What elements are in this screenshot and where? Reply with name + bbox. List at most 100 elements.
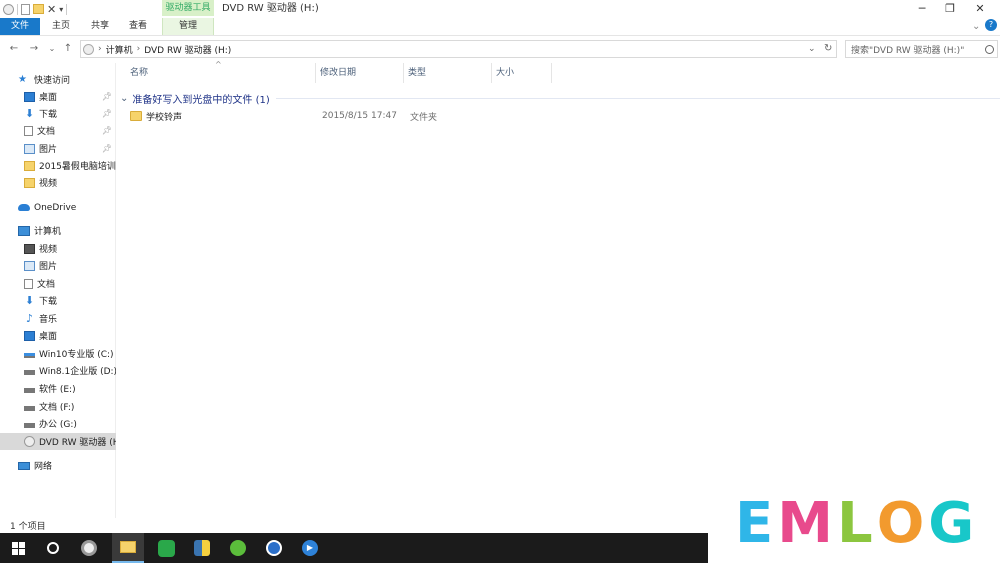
pin-icon: 📌︎ bbox=[101, 109, 112, 118]
column-size[interactable]: 大小 bbox=[492, 63, 552, 83]
search-icon bbox=[985, 44, 994, 54]
tab-share[interactable]: 共享 bbox=[82, 18, 118, 35]
file-modified: 2015/8/15 17:47 bbox=[322, 111, 397, 121]
nav-quick-videos[interactable]: 视频 bbox=[0, 174, 116, 191]
group-header[interactable]: ⌄ 准备好写入到光盘中的文件 (1) bbox=[120, 90, 1000, 106]
star-icon: ★ bbox=[18, 73, 27, 85]
minimize-button[interactable]: ─ bbox=[907, 0, 937, 17]
pictures-icon bbox=[24, 143, 35, 154]
file-row[interactable]: 学校铃声 2015/8/15 17:47 文件夹 bbox=[126, 108, 466, 124]
search-input[interactable]: 搜索"DVD RW 驱动器 (H:)" bbox=[851, 43, 964, 56]
divider bbox=[17, 3, 18, 15]
nav-computer-downloads[interactable]: ⬇ 下载 bbox=[0, 292, 116, 309]
nav-computer-desktop[interactable]: 桌面 bbox=[0, 327, 116, 344]
breadcrumb-separator: › bbox=[136, 44, 141, 54]
address-bar[interactable]: › 计算机 › DVD RW 驱动器 (H:) bbox=[80, 40, 837, 58]
nav-quick-downloads[interactable]: ⬇ 下载 📌︎ bbox=[0, 105, 116, 122]
nav-drive-c[interactable]: Win10专业版 (C:) bbox=[0, 345, 116, 362]
360-browser-icon[interactable] bbox=[222, 533, 254, 563]
nav-quick-documents[interactable]: 文档 📌︎ bbox=[0, 122, 116, 139]
cortana-icon[interactable] bbox=[37, 533, 69, 563]
nav-quick-desktop[interactable]: 桌面 📌︎ bbox=[0, 88, 116, 105]
help-icon[interactable]: ? bbox=[985, 19, 997, 31]
nav-quick-folder-training[interactable]: 2015暑假电脑培训 bbox=[0, 157, 116, 174]
refresh-icon[interactable]: ↻ bbox=[824, 40, 832, 58]
nav-computer-music[interactable]: ♪ 音乐 bbox=[0, 310, 116, 327]
nav-label: OneDrive bbox=[34, 202, 77, 213]
nav-label: DVD RW 驱动器 (H:) bbox=[39, 438, 116, 448]
download-icon: ⬇ bbox=[24, 293, 35, 307]
nav-label: 办公 (G:) bbox=[39, 420, 77, 430]
customize-arrow-icon[interactable]: ▾ bbox=[59, 5, 63, 14]
close-button[interactable]: ✕ bbox=[965, 0, 995, 17]
tab-manage[interactable]: 管理 bbox=[162, 18, 214, 35]
expand-ribbon-icon[interactable]: ⌄ bbox=[972, 18, 980, 35]
back-button[interactable]: ← bbox=[6, 40, 22, 57]
tab-view[interactable]: 查看 bbox=[120, 18, 156, 35]
nav-quick-pictures[interactable]: 图片 📌︎ bbox=[0, 140, 116, 157]
recent-locations-button[interactable]: ⌄ bbox=[44, 40, 60, 57]
fan-app-icon[interactable] bbox=[73, 533, 105, 563]
nav-label: 计算机 bbox=[34, 227, 62, 237]
document-icon bbox=[24, 125, 33, 136]
divider bbox=[275, 97, 1000, 99]
nav-drive-h[interactable]: DVD RW 驱动器 (H:) bbox=[0, 433, 116, 450]
context-tab-header: 驱动器工具 bbox=[162, 0, 214, 16]
nav-label: 桌面 bbox=[39, 332, 58, 342]
taskbar bbox=[0, 533, 708, 563]
nav-label: 软件 (E:) bbox=[39, 385, 76, 395]
breadcrumb-computer[interactable]: 计算机 bbox=[106, 43, 133, 56]
group-title: 准备好写入到光盘中的文件 (1) bbox=[132, 94, 270, 106]
tab-file[interactable]: 文件 bbox=[0, 18, 40, 35]
python-icon[interactable] bbox=[186, 533, 218, 563]
pin-icon: 📌︎ bbox=[101, 126, 112, 135]
nav-quick-access[interactable]: ★ 快速访问 bbox=[0, 71, 116, 88]
nav-drive-d[interactable]: Win8.1企业版 (D:) bbox=[0, 362, 116, 379]
properties-icon[interactable] bbox=[21, 3, 30, 15]
nav-onedrive[interactable]: OneDrive bbox=[0, 199, 116, 216]
file-explorer-icon[interactable] bbox=[112, 533, 144, 563]
delete-icon[interactable]: ✕ bbox=[47, 4, 56, 15]
nav-computer-documents[interactable]: 文档 bbox=[0, 275, 116, 292]
nav-computer-videos[interactable]: 视频 bbox=[0, 240, 116, 257]
nav-network[interactable]: 网络 bbox=[0, 457, 116, 474]
nav-label: 图片 bbox=[39, 145, 58, 155]
pictures-icon bbox=[24, 260, 35, 271]
breadcrumb-separator: › bbox=[98, 44, 102, 54]
chevron-down-icon: ⌄ bbox=[120, 92, 129, 104]
nav-label: 文档 bbox=[37, 127, 56, 137]
nav-drive-e[interactable]: 软件 (E:) bbox=[0, 380, 116, 397]
computer-icon bbox=[18, 225, 30, 236]
pin-icon: 📌︎ bbox=[101, 92, 112, 101]
cd-icon bbox=[3, 3, 14, 15]
tab-home[interactable]: 主页 bbox=[43, 18, 79, 35]
nav-label: 2015暑假电脑培训 bbox=[39, 162, 116, 172]
nav-drive-g[interactable]: 办公 (G:) bbox=[0, 415, 116, 432]
nav-drive-f[interactable]: 文档 (F:) bbox=[0, 398, 116, 415]
column-name[interactable]: 名称 bbox=[126, 63, 316, 83]
navigation-pane: ★ 快速访问 桌面 📌︎ ⬇ 下载 📌︎ 文档 📌︎ 图片 📌︎ 2015暑假电脑培训 … bbox=[0, 63, 116, 518]
green-app-icon[interactable] bbox=[150, 533, 182, 563]
up-button[interactable]: ↑ bbox=[60, 40, 76, 57]
sogou-icon[interactable] bbox=[258, 533, 290, 563]
search-box[interactable]: 搜索"DVD RW 驱动器 (H:)" bbox=[845, 40, 998, 58]
nav-label: 文档 (F:) bbox=[39, 403, 75, 413]
address-dropdown-icon[interactable]: ⌄ bbox=[808, 40, 816, 58]
column-type[interactable]: 类型 bbox=[404, 63, 492, 83]
new-folder-icon[interactable] bbox=[33, 4, 44, 14]
nav-label: 桌面 bbox=[39, 93, 58, 103]
watermark-letter: M bbox=[777, 491, 833, 556]
restore-button[interactable]: ❐ bbox=[935, 0, 965, 17]
nav-computer[interactable]: 计算机 bbox=[0, 222, 116, 239]
pin-icon: 📌︎ bbox=[101, 144, 112, 153]
breadcrumb-dvd-drive[interactable]: DVD RW 驱动器 (H:) bbox=[144, 43, 231, 56]
media-player-icon[interactable]: ▶ bbox=[294, 533, 326, 563]
nav-computer-pictures[interactable]: 图片 bbox=[0, 257, 116, 274]
nav-label: 视频 bbox=[39, 245, 58, 255]
window-title: DVD RW 驱动器 (H:) bbox=[222, 3, 319, 14]
start-icon[interactable] bbox=[2, 533, 34, 563]
column-modified[interactable]: 修改日期 bbox=[316, 63, 404, 83]
folder-icon bbox=[130, 111, 142, 121]
forward-button[interactable]: → bbox=[26, 40, 42, 57]
video-icon bbox=[24, 243, 35, 254]
